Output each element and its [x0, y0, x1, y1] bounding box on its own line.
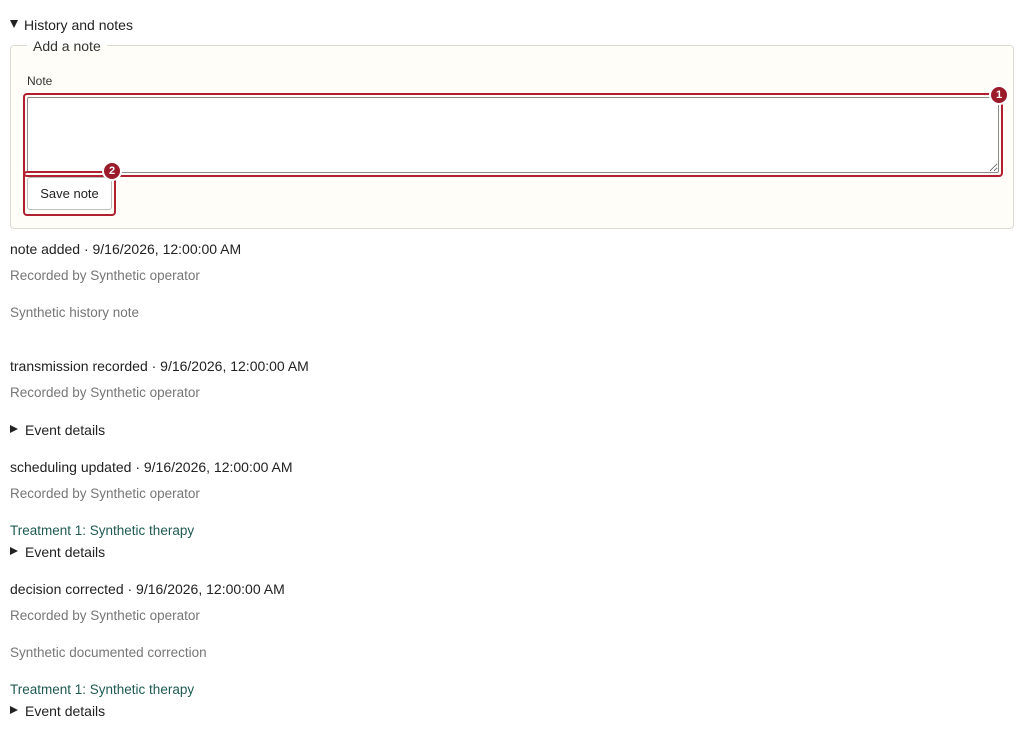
event-recorded-by: Recorded by Synthetic operator [10, 486, 200, 501]
event-recorded-by: Recorded by Synthetic operator [10, 608, 200, 623]
event-title: transmission recorded · 9/16/2026, 12:00… [10, 358, 309, 374]
event-recorded-by: Recorded by Synthetic operator [10, 385, 200, 400]
event-recorded-by: Recorded by Synthetic operator [10, 268, 200, 283]
event-details-toggle[interactable]: Event details [10, 422, 105, 438]
event-details-toggle[interactable]: Event details [10, 703, 105, 719]
note-textarea[interactable] [27, 97, 999, 173]
triangle-right-icon [10, 706, 18, 715]
event-details-label: Event details [25, 544, 106, 560]
event-treatment-link[interactable]: Treatment 1: Synthetic therapy [10, 682, 194, 697]
triangle-right-icon [10, 425, 18, 434]
triangle-right-icon [10, 547, 18, 556]
history-notes-page: History and notes Add a note Note 1 Save… [0, 0, 1026, 743]
add-note-legend: Add a note [27, 38, 107, 54]
event-title: scheduling updated · 9/16/2026, 12:00:00… [10, 459, 293, 475]
history-notes-toggle[interactable]: History and notes [10, 17, 133, 33]
event-details-label: Event details [25, 703, 106, 719]
note-label: Note [27, 74, 53, 88]
event-title: note added · 9/16/2026, 12:00:00 AM [10, 241, 242, 257]
badge-2: 2 [102, 161, 122, 181]
event-note: Synthetic documented correction [10, 645, 207, 660]
event-details-toggle[interactable]: Event details [10, 544, 105, 560]
badge-1: 1 [989, 85, 1009, 105]
event-note: Synthetic history note [10, 305, 140, 320]
save-note-button[interactable]: Save note [27, 177, 112, 210]
triangle-down-icon [10, 20, 18, 29]
history-notes-title: History and notes [24, 17, 133, 33]
event-title: decision corrected · 9/16/2026, 12:00:00… [10, 581, 285, 597]
event-details-label: Event details [25, 422, 106, 438]
event-treatment-link[interactable]: Treatment 1: Synthetic therapy [10, 523, 194, 538]
